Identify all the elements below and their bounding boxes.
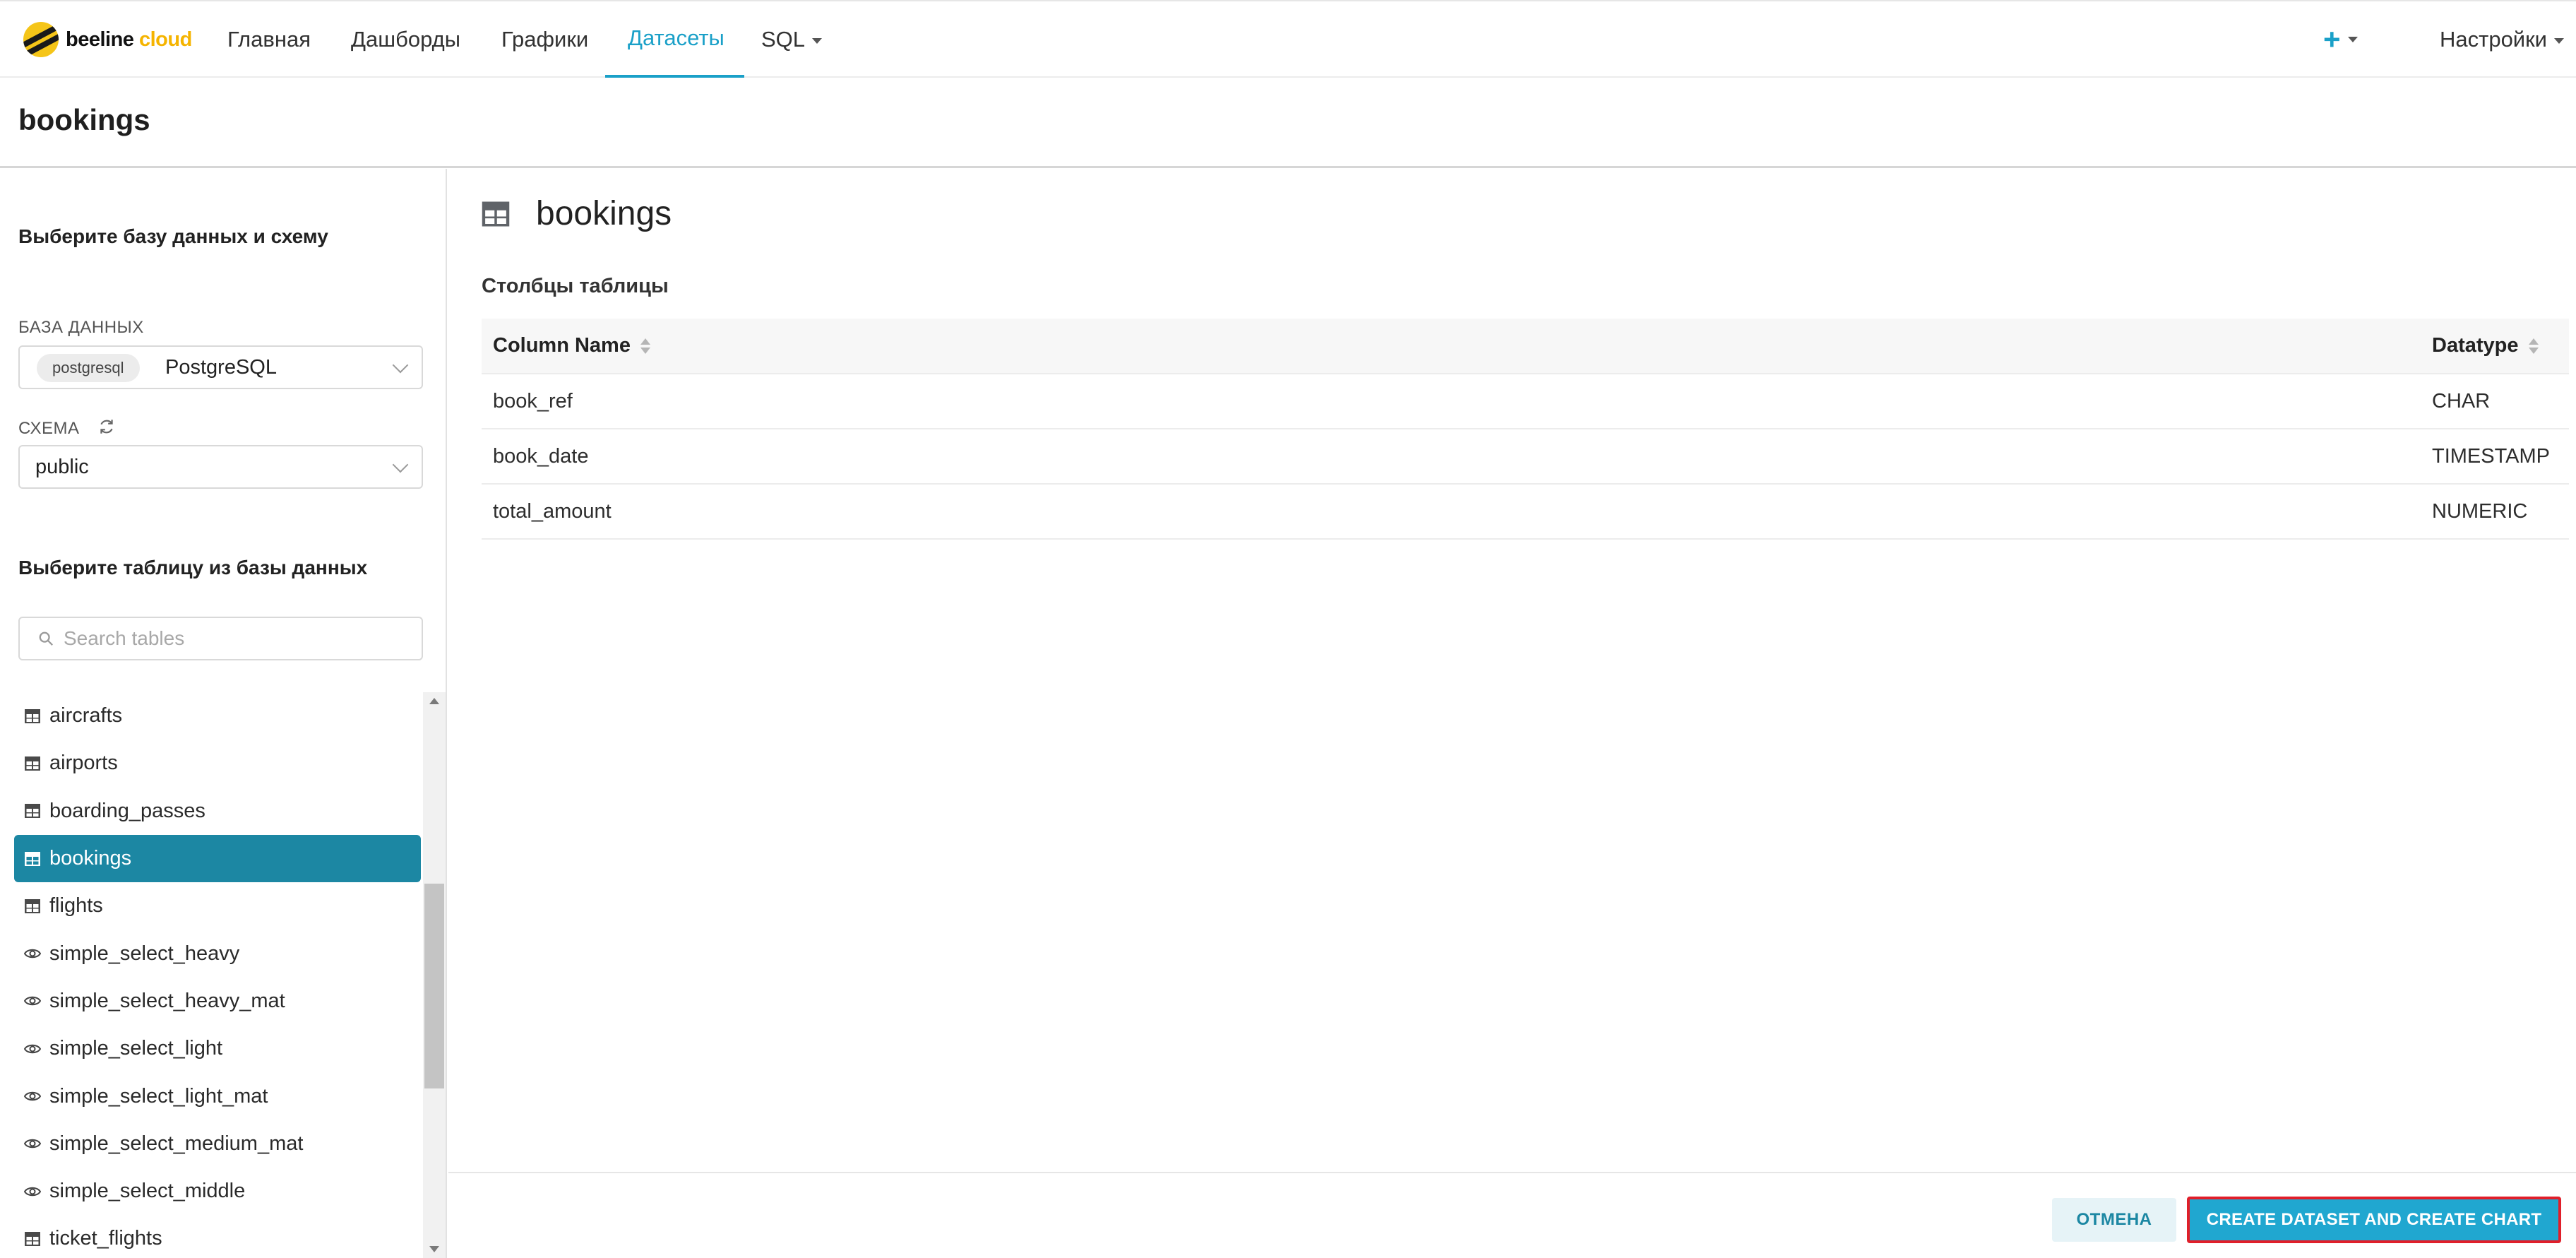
page-header: bookings <box>0 78 2576 168</box>
column-name-cell: book_date <box>482 429 2421 485</box>
new-menu-button[interactable]: + <box>2323 25 2358 54</box>
table-list-item[interactable]: simple_select_heavy <box>14 930 421 977</box>
table-list-item[interactable]: boarding_passes <box>14 788 421 835</box>
table-icon <box>482 201 510 226</box>
table-row: total_amount NUMERIC <box>482 484 2569 540</box>
nav-datasets[interactable]: Датасеты <box>605 1 744 78</box>
chevron-down-icon <box>2347 37 2358 42</box>
table-list-item-label: simple_select_middle <box>49 1180 246 1203</box>
table-list-item-label: boarding_passes <box>49 799 205 822</box>
database-name: PostgreSQL <box>165 356 277 379</box>
search-tables-input[interactable] <box>64 624 402 653</box>
table-list-item-label: ticket_flights <box>49 1227 162 1250</box>
eye-icon <box>24 1088 41 1105</box>
column-name-cell: book_ref <box>482 374 2421 429</box>
eye-icon <box>24 992 41 1009</box>
table-list-item-label: aircrafts <box>49 704 123 728</box>
eye-icon <box>24 1183 41 1200</box>
columns-table-header: Column Name Datatype <box>482 319 2569 374</box>
table-list-item[interactable]: simple_select_heavy_mat <box>14 978 421 1025</box>
column-name-cell: total_amount <box>482 484 2421 540</box>
logo-brand-text: beeline <box>66 28 134 51</box>
table-icon <box>24 898 41 915</box>
refresh-icon[interactable] <box>97 417 116 436</box>
chevron-down-icon <box>2554 37 2565 44</box>
beeline-logo-icon <box>23 22 59 57</box>
table-list-item-label: simple_select_light <box>49 1037 223 1060</box>
cancel-button[interactable]: ОТМЕНА <box>2052 1198 2176 1242</box>
schema-label: СХЕМА <box>18 419 80 438</box>
table-list-item[interactable]: aircrafts <box>14 692 421 740</box>
table-icon <box>24 802 41 819</box>
table-list-scrollbar[interactable] <box>423 692 446 1258</box>
logo-suffix-text: cloud <box>139 28 192 51</box>
table-list-item-label: simple_select_medium_mat <box>49 1132 304 1155</box>
table-list-item-label: airports <box>49 752 118 775</box>
database-select[interactable]: postgresql PostgreSQL <box>18 345 423 389</box>
chevron-down-icon <box>812 37 823 44</box>
datatype-header[interactable]: Datatype <box>2421 319 2569 374</box>
selected-table-title: bookings <box>536 195 672 232</box>
top-navbar: beeline cloud Главная Дашборды Графики Д… <box>0 0 2576 78</box>
chevron-down-icon <box>392 357 409 374</box>
search-icon <box>39 631 53 646</box>
table-list-item[interactable]: simple_select_light_mat <box>14 1072 421 1120</box>
table-row: book_ref CHAR <box>482 374 2569 429</box>
nav-sql[interactable]: SQL <box>761 1 823 78</box>
table-row: book_date TIMESTAMP <box>482 429 2569 485</box>
table-list-item[interactable]: simple_select_medium_mat <box>14 1120 421 1168</box>
table-icon <box>24 850 41 867</box>
columns-table: Column Name Datatype book_ref CHAR book_da… <box>482 319 2569 540</box>
table-icon <box>24 755 41 772</box>
sort-icon <box>2528 337 2539 355</box>
plus-icon: + <box>2323 23 2341 56</box>
scroll-up-arrow-icon[interactable] <box>429 698 439 704</box>
database-label: БАЗА ДАННЫХ <box>18 318 144 337</box>
table-list-item[interactable]: simple_select_light <box>14 1025 421 1072</box>
table-list-item[interactable]: bookings <box>14 834 421 883</box>
eye-icon <box>24 1040 41 1057</box>
table-list-item-label: bookings <box>49 847 132 870</box>
table-preview-panel: bookings Столбцы таблицы Column Name Dat… <box>448 169 2576 1172</box>
table-icon <box>24 1230 41 1247</box>
dataset-source-panel: Выберите базу данных и схему БАЗА ДАННЫХ… <box>0 169 447 1258</box>
beeline-cloud-logo[interactable]: beeline cloud <box>23 21 192 58</box>
table-list-item[interactable]: flights <box>14 882 421 930</box>
eye-icon <box>24 945 41 962</box>
table-search-box[interactable] <box>18 617 423 660</box>
footer-actions: ОТМЕНА CREATE DATASET AND CREATE CHART <box>448 1172 2576 1258</box>
table-list-item-label: simple_select_heavy <box>49 942 240 965</box>
scrollbar-thumb[interactable] <box>424 884 444 1088</box>
datatype-cell: NUMERIC <box>2421 484 2569 540</box>
table-list-item-label: simple_select_light_mat <box>49 1084 268 1108</box>
table-list-item-label: simple_select_heavy_mat <box>49 989 285 1012</box>
column-name-header[interactable]: Column Name <box>482 319 2421 374</box>
schema-select[interactable]: public <box>18 445 423 489</box>
table-list-item-label: flights <box>49 894 103 918</box>
scroll-down-arrow-icon[interactable] <box>429 1246 439 1252</box>
sort-icon <box>640 337 650 355</box>
table-list-item[interactable]: ticket_flights <box>14 1215 421 1258</box>
table-list-item[interactable]: airports <box>14 740 421 787</box>
chevron-down-icon <box>392 456 409 473</box>
nav-dashboards[interactable]: Дашборды <box>351 1 460 78</box>
table-icon <box>24 708 41 725</box>
datatype-cell: TIMESTAMP <box>2421 429 2569 485</box>
schema-value: public <box>35 456 89 478</box>
table-columns-label: Столбцы таблицы <box>482 275 669 297</box>
settings-menu[interactable]: Настройки <box>2440 1 2565 78</box>
table-list-item[interactable]: simple_select_middle <box>14 1168 421 1215</box>
create-dataset-and-chart-button[interactable]: CREATE DATASET AND CREATE CHART <box>2187 1197 2561 1243</box>
datatype-cell: CHAR <box>2421 374 2569 429</box>
database-type-tag: postgresql <box>37 354 140 382</box>
nav-home[interactable]: Главная <box>227 1 311 78</box>
choose-db-heading: Выберите базу данных и схему <box>18 225 328 247</box>
nav-charts[interactable]: Графики <box>501 1 588 78</box>
eye-icon <box>24 1135 41 1152</box>
choose-table-heading: Выберите таблицу из базы данных <box>18 557 368 578</box>
table-list: aircrafts airports boarding_passes bookings… <box>14 692 421 1258</box>
page-title: bookings <box>18 103 150 136</box>
